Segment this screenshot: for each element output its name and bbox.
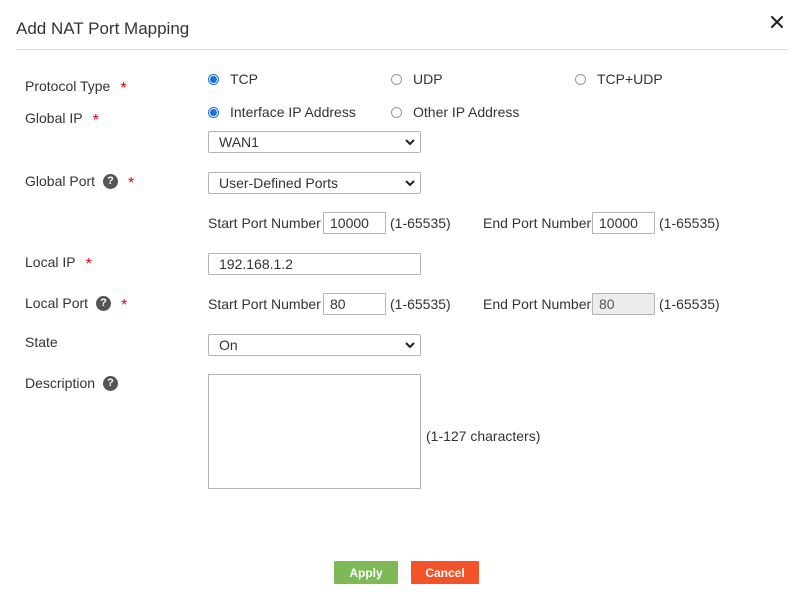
global-ip-label-text: Global IP bbox=[25, 110, 83, 126]
global-port-label-text: Global Port bbox=[25, 173, 96, 189]
help-icon[interactable]: ? bbox=[103, 375, 119, 391]
local-end-port-label: End Port Number bbox=[483, 296, 592, 312]
description-hint: (1-127 characters) bbox=[426, 428, 541, 444]
state-select[interactable]: On bbox=[208, 334, 421, 356]
local-ip-label-text: Local IP bbox=[25, 254, 76, 270]
required-marker: * bbox=[85, 256, 92, 273]
global-ip-label: Global IP * bbox=[25, 109, 99, 129]
state-label-text: State bbox=[25, 334, 58, 350]
protocol-radio-tcp[interactable]: TCP bbox=[208, 71, 258, 87]
description-textarea[interactable] bbox=[208, 374, 421, 489]
description-label-text: Description bbox=[25, 375, 96, 391]
global-end-port-value: 10000 bbox=[599, 215, 638, 231]
local-ip-input[interactable]: 192.168.1.2 bbox=[208, 253, 421, 275]
local-ip-label: Local IP * bbox=[25, 253, 92, 273]
help-icon[interactable]: ? bbox=[103, 173, 119, 189]
global-ip-radio-interface[interactable]: Interface IP Address bbox=[208, 104, 356, 120]
global-port-type-select[interactable]: User-Defined Ports bbox=[208, 172, 421, 194]
protocol-radio-udp[interactable]: UDP bbox=[391, 71, 443, 87]
required-marker: * bbox=[92, 112, 99, 129]
global-end-port-range: (1-65535) bbox=[659, 215, 720, 231]
local-port-label: Local Port ? * bbox=[25, 294, 128, 314]
state-label: State bbox=[25, 334, 58, 350]
local-start-port-range: (1-65535) bbox=[390, 296, 451, 312]
global-port-label: Global Port ? * bbox=[25, 172, 135, 192]
title-divider bbox=[16, 49, 788, 50]
global-ip-radio-other[interactable]: Other IP Address bbox=[391, 104, 519, 120]
radio-unchecked-icon bbox=[391, 106, 402, 118]
chevron-down-icon bbox=[405, 342, 415, 349]
radio-unchecked-icon bbox=[391, 73, 402, 85]
global-start-port-label: Start Port Number bbox=[208, 215, 321, 231]
description-label: Description ? bbox=[25, 375, 119, 391]
help-icon[interactable]: ? bbox=[96, 295, 112, 311]
dialog-title: Add NAT Port Mapping bbox=[16, 19, 190, 38]
local-start-port-input[interactable]: 80 bbox=[323, 293, 386, 315]
required-marker: * bbox=[128, 175, 135, 192]
global-port-type-value: User-Defined Ports bbox=[219, 175, 339, 191]
global-start-port-input[interactable]: 10000 bbox=[323, 212, 386, 234]
local-end-port-value: 80 bbox=[599, 296, 615, 312]
state-select-value: On bbox=[219, 337, 238, 353]
protocol-option-label: TCP bbox=[230, 71, 258, 87]
close-icon bbox=[771, 16, 783, 28]
local-end-port-input: 80 bbox=[592, 293, 655, 315]
protocol-option-label: UDP bbox=[413, 71, 443, 87]
interface-select-value: WAN1 bbox=[219, 134, 259, 150]
local-port-label-text: Local Port bbox=[25, 295, 89, 311]
local-start-port-label: Start Port Number bbox=[208, 296, 321, 312]
local-end-port-range: (1-65535) bbox=[659, 296, 720, 312]
global-start-port-range: (1-65535) bbox=[390, 215, 451, 231]
radio-checked-icon bbox=[208, 106, 219, 118]
cancel-button[interactable]: Cancel bbox=[411, 561, 479, 584]
global-ip-option-label: Interface IP Address bbox=[230, 104, 356, 120]
apply-button[interactable]: Apply bbox=[334, 561, 398, 584]
radio-unchecked-icon bbox=[575, 73, 586, 85]
local-ip-value: 192.168.1.2 bbox=[219, 256, 293, 272]
required-marker: * bbox=[121, 297, 128, 314]
global-end-port-label: End Port Number bbox=[483, 215, 592, 231]
required-marker: * bbox=[120, 80, 127, 97]
protocol-type-label-text: Protocol Type bbox=[25, 78, 111, 94]
protocol-radio-tcp-udp[interactable]: TCP+UDP bbox=[575, 71, 663, 87]
global-start-port-value: 10000 bbox=[330, 215, 369, 231]
global-ip-option-label: Other IP Address bbox=[413, 104, 520, 120]
interface-select[interactable]: WAN1 bbox=[208, 131, 421, 153]
local-start-port-value: 80 bbox=[330, 296, 346, 312]
global-end-port-input[interactable]: 10000 bbox=[592, 212, 655, 234]
protocol-type-label: Protocol Type * bbox=[25, 77, 127, 97]
radio-checked-icon bbox=[208, 73, 219, 85]
chevron-down-icon bbox=[405, 139, 415, 146]
chevron-down-icon bbox=[405, 180, 415, 187]
protocol-option-label: TCP+UDP bbox=[597, 71, 663, 87]
close-button[interactable] bbox=[768, 13, 788, 33]
